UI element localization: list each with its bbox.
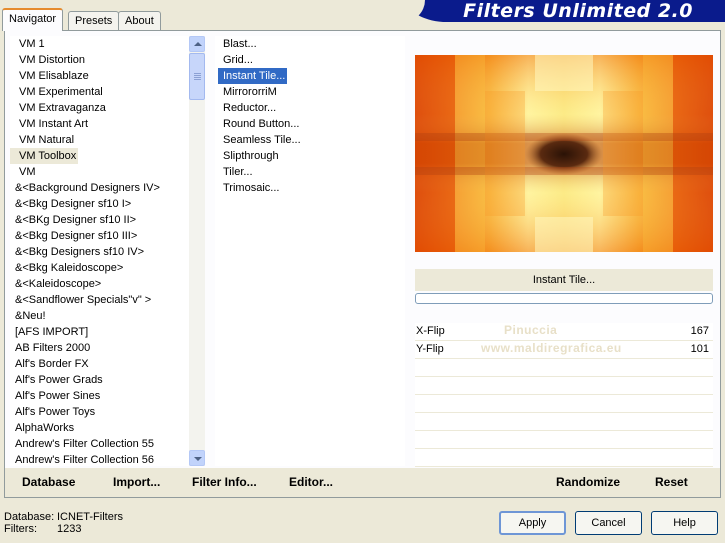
category-item[interactable]: VM Toolbox <box>10 148 78 164</box>
filter-item[interactable]: Seamless Tile... <box>218 132 405 148</box>
param-row-empty <box>415 413 713 431</box>
param-row-empty <box>415 377 713 395</box>
preview-image <box>415 55 713 252</box>
filter-item[interactable]: Reductor... <box>218 100 405 116</box>
current-filter-name: Instant Tile... <box>415 269 713 291</box>
param-row-empty <box>415 431 713 449</box>
import-button[interactable]: Import... <box>113 475 160 489</box>
main-panel: VM 1 VM Distortion VM Elisablaze VM Experim… <box>4 30 721 498</box>
category-item[interactable]: Andrew's Filter Collection 56 <box>10 452 190 466</box>
category-item[interactable]: &<BKg Designer sf10 II> <box>10 212 190 228</box>
filter-list[interactable]: Blast... Grid... Instant Tile... Mirrororri… <box>215 36 405 466</box>
category-scrollbar[interactable] <box>189 36 205 466</box>
category-item[interactable]: [AFS IMPORT] <box>10 324 190 340</box>
category-item[interactable]: Alf's Border FX <box>10 356 190 372</box>
tab-presets[interactable]: Presets <box>68 11 120 30</box>
category-item[interactable]: &<Bkg Kaleidoscope> <box>10 260 190 276</box>
filter-item[interactable]: Grid... <box>218 52 405 68</box>
category-item[interactable]: VM Elisablaze <box>10 68 190 84</box>
param-row-empty <box>415 395 713 413</box>
category-item[interactable]: VM <box>10 164 190 180</box>
database-button[interactable]: Database <box>22 475 75 489</box>
filter-item[interactable]: Slipthrough <box>218 148 405 164</box>
category-item[interactable]: Alf's Power Sines <box>10 388 190 404</box>
category-item[interactable]: VM Extravaganza <box>10 100 190 116</box>
panel-footer: Database Import... Filter Info... Editor… <box>5 468 720 497</box>
chevron-up-icon <box>194 42 202 46</box>
param-label: Y-Flip <box>416 343 444 355</box>
chevron-down-icon <box>194 457 202 461</box>
grip-line <box>194 75 201 76</box>
param-row-x-flip[interactable]: X-Flip 167 <box>415 323 713 341</box>
scroll-up-button[interactable] <box>189 36 205 52</box>
filter-item[interactable]: Tiler... <box>218 164 405 180</box>
category-item[interactable]: &<Kaleidoscope> <box>10 276 190 292</box>
filters-count: 1233 <box>57 523 82 535</box>
category-item[interactable]: AB Filters 2000 <box>10 340 190 356</box>
parameter-table: X-Flip 167 Y-Flip 101 <box>415 323 713 467</box>
database-value: ICNET-Filters <box>57 511 123 523</box>
category-item[interactable]: VM Natural <box>10 132 190 148</box>
randomize-button[interactable]: Randomize <box>556 475 620 489</box>
category-item[interactable]: VM Instant Art <box>10 116 190 132</box>
param-row-empty <box>415 359 713 377</box>
grip-line <box>194 79 201 80</box>
param-value: 167 <box>690 325 709 337</box>
app-title: Filters Unlimited 2.0 <box>463 0 693 22</box>
category-item[interactable]: &Neu! <box>10 308 190 324</box>
filter-item[interactable]: Instant Tile... <box>218 68 287 84</box>
category-item[interactable]: &<Sandflower Specials"v" > <box>10 292 190 308</box>
help-button[interactable]: Help <box>651 511 718 535</box>
reset-button[interactable]: Reset <box>655 475 688 489</box>
status-info: Database: ICNET-Filters Filters: 1233 <box>4 511 123 535</box>
category-item[interactable]: &<Bkg Designers sf10 IV> <box>10 244 190 260</box>
preview-graphic <box>415 55 713 252</box>
tab-about[interactable]: About <box>118 11 161 30</box>
category-item[interactable]: Andrew's Filter Collection 55 <box>10 436 190 452</box>
filters-label: Filters: <box>4 523 37 535</box>
filter-info-button[interactable]: Filter Info... <box>192 475 257 489</box>
param-value: 101 <box>690 343 709 355</box>
database-label: Database: <box>4 511 55 523</box>
scroll-down-button[interactable] <box>189 450 205 466</box>
param-row-empty <box>415 449 713 467</box>
category-item[interactable]: VM 1 <box>10 36 190 52</box>
editor-button[interactable]: Editor... <box>289 475 333 489</box>
category-item[interactable]: VM Distortion <box>10 52 190 68</box>
filter-item[interactable]: Round Button... <box>218 116 405 132</box>
category-item[interactable]: &<Bkg Designer sf10 I> <box>10 196 190 212</box>
filter-item[interactable]: Trimosaic... <box>218 180 405 196</box>
category-item[interactable]: VM Experimental <box>10 84 190 100</box>
grip-line <box>194 73 201 74</box>
category-item[interactable]: &<Background Designers IV> <box>10 180 190 196</box>
cancel-button[interactable]: Cancel <box>575 511 642 535</box>
category-list[interactable]: VM 1 VM Distortion VM Elisablaze VM Experim… <box>10 36 190 466</box>
progress-bar <box>415 293 713 304</box>
category-item[interactable]: &<Bkg Designer sf10 III> <box>10 228 190 244</box>
filter-item[interactable]: MirrororriM <box>218 84 405 100</box>
filter-item[interactable]: Blast... <box>218 36 405 52</box>
category-item[interactable]: AlphaWorks <box>10 420 190 436</box>
scroll-thumb[interactable] <box>189 53 205 100</box>
tab-navigator[interactable]: Navigator <box>2 8 64 31</box>
grip-line <box>194 77 201 78</box>
param-row-y-flip[interactable]: Y-Flip 101 <box>415 341 713 359</box>
param-label: X-Flip <box>416 325 445 337</box>
category-item[interactable]: Alf's Power Grads <box>10 372 190 388</box>
category-item[interactable]: Alf's Power Toys <box>10 404 190 420</box>
apply-button[interactable]: Apply <box>499 511 566 535</box>
